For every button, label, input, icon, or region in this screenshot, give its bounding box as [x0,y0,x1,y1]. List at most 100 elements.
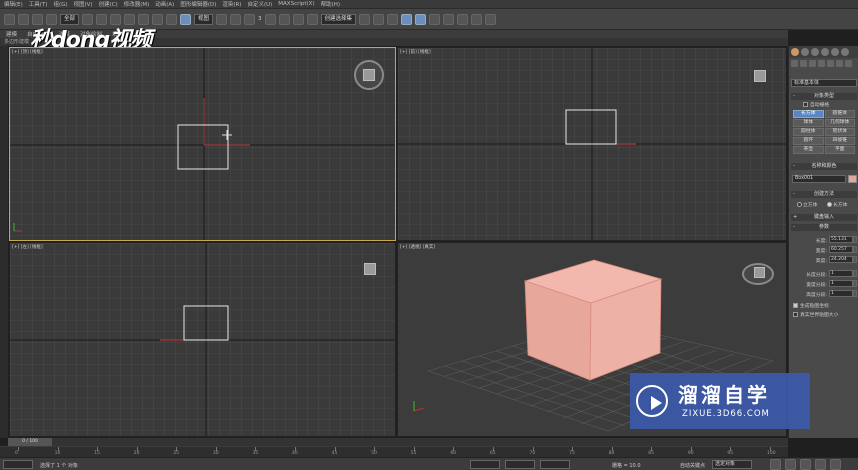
next-frame-icon[interactable] [785,459,796,470]
width-segs-input[interactable]: 1 [829,280,853,287]
lights-icon[interactable] [809,59,816,67]
motion-tab-icon[interactable] [821,48,829,56]
width-segs-spinner[interactable] [853,280,857,287]
undo-icon[interactable] [4,13,15,25]
y-coord-field[interactable] [505,460,535,469]
menu-modifiers[interactable]: 修改器(M) [124,0,150,8]
play-icon[interactable] [770,459,781,470]
autogrid-checkbox[interactable]: 自动栅格 [803,101,829,108]
rollout-creation-method[interactable]: - 创建方法 [791,191,857,198]
manipulate-icon[interactable] [230,13,242,25]
gen-map-coords-checkbox[interactable]: 生成贴图坐标 [793,302,829,309]
viewcube-icon[interactable] [754,70,766,82]
track-bar[interactable]: 0 10 15 20 25 30 35 40 45 50 55 60 65 70 75 80 85 90 95 100 [0,446,788,457]
width-spinner[interactable] [853,246,857,253]
z-coord-field[interactable] [540,460,570,469]
pivot-center-icon[interactable] [216,13,228,25]
schematic-view-icon[interactable] [429,13,441,25]
layer-manager-icon[interactable] [387,13,399,25]
object-color-swatch[interactable] [848,175,857,183]
length-segs-input[interactable]: 1 [829,270,853,277]
geometry-icon[interactable] [791,59,798,67]
menu-views[interactable]: 视图(V) [74,0,93,8]
viewport-left-label[interactable]: [+] [左] [线框] [12,244,43,250]
spinner-snap-icon[interactable] [292,13,304,25]
height-input[interactable]: 24.204 [829,256,853,263]
menu-graph-editors[interactable]: 图形编辑器(D) [180,0,216,8]
hierarchy-tab-icon[interactable] [811,48,819,56]
snap-toggle[interactable]: 3 [258,16,262,22]
graphite-toggle-icon[interactable] [401,13,413,25]
ribbon-tab-modeling[interactable]: 建模 [6,30,17,38]
sphere-button[interactable]: 球体 [793,119,824,127]
rotate-icon[interactable] [152,13,164,25]
viewport-top[interactable]: [+] [顶] [线框] [9,47,396,241]
length-segs-spinner[interactable] [853,270,857,277]
cube-radio[interactable]: 立方体 [797,201,817,208]
viewport-top-label[interactable]: [+] [顶] [线框] [12,49,43,55]
menu-help[interactable]: 帮助(H) [321,0,340,8]
menu-edit[interactable]: 编辑(E) [4,0,23,8]
cone-button[interactable]: 圆锥体 [824,110,855,118]
cylinder-button[interactable]: 圆柱体 [793,128,824,136]
maximize-viewport-icon[interactable] [830,459,841,470]
material-editor-icon[interactable] [443,13,455,25]
key-filter-dropdown[interactable]: 选定对象 [712,460,752,469]
menu-rendering[interactable]: 渲染(R) [222,0,241,8]
viewport-perspective-label[interactable]: [+] [透视] [真实] [400,244,435,250]
viewport-left[interactable]: [+] [左] [线框] [9,242,396,437]
helpers-icon[interactable] [827,59,834,67]
maxscript-listener[interactable] [3,460,33,469]
scale-icon[interactable] [166,13,178,25]
render-setup-icon[interactable] [457,13,469,25]
rollout-keyboard-entry[interactable]: + 键盘输入 [791,214,857,221]
menu-group[interactable]: 组(G) [53,0,67,8]
percent-snap-icon[interactable] [278,13,290,25]
menu-tools[interactable]: 工具(T) [29,0,48,8]
auto-key-button[interactable]: 自动关键点 [680,462,705,469]
teapot-button[interactable]: 茶壶 [793,146,824,154]
reference-coord-dropdown[interactable]: 视图 [194,13,214,25]
orbit-icon[interactable] [815,459,826,470]
angle-snap-icon[interactable] [264,13,276,25]
width-input[interactable]: 60.257 [829,246,853,253]
spacewarps-icon[interactable] [836,59,843,67]
geosphere-button[interactable]: 几何球体 [824,119,855,127]
cameras-icon[interactable] [818,59,825,67]
zoom-extents-icon[interactable] [800,459,811,470]
menu-animation[interactable]: 动画(A) [155,0,174,8]
viewcube-icon[interactable] [364,263,376,275]
rollout-name-color[interactable]: - 名称和颜色 [791,163,857,170]
menu-maxscript[interactable]: MAXScript(X) [278,1,314,7]
viewport-front[interactable]: [+] [前] [线框] [397,47,787,241]
edit-named-sets-icon[interactable] [306,13,318,25]
primitive-category-dropdown[interactable]: 标准基本体 [791,79,857,87]
select-manipulate-icon[interactable] [180,13,192,25]
named-selection-dropdown[interactable]: 创建选择集 [320,13,357,25]
create-tab-icon[interactable] [791,48,799,56]
viewport-front-label[interactable]: [+] [前] [线框] [400,49,431,55]
rollout-parameters[interactable]: - 参数 [791,224,857,231]
torus-button[interactable]: 圆环 [793,137,824,145]
keyboard-shortcut-icon[interactable] [244,13,256,25]
render-production-icon[interactable] [485,13,497,25]
viewcube-icon[interactable] [742,263,774,285]
height-segs-input[interactable]: 1 [829,290,853,297]
utilities-tab-icon[interactable] [841,48,849,56]
height-spinner[interactable] [853,256,857,263]
x-coord-field[interactable] [470,460,500,469]
length-input[interactable]: 55.131 [829,236,853,243]
systems-icon[interactable] [845,59,852,67]
align-icon[interactable] [373,13,385,25]
box-radio[interactable]: 长方体 [827,201,847,208]
time-slider-bar[interactable]: 0 / 100 [8,438,788,446]
height-segs-spinner[interactable] [853,290,857,297]
object-name-field[interactable]: Box001 [792,175,846,183]
tube-button[interactable]: 管状体 [824,128,855,136]
curve-editor-icon[interactable] [415,13,427,25]
redo-icon[interactable] [18,13,29,25]
menu-customize[interactable]: 自定义(U) [247,0,272,8]
display-tab-icon[interactable] [831,48,839,56]
shapes-icon[interactable] [800,59,807,67]
box-button[interactable]: 长方体 [793,110,824,118]
